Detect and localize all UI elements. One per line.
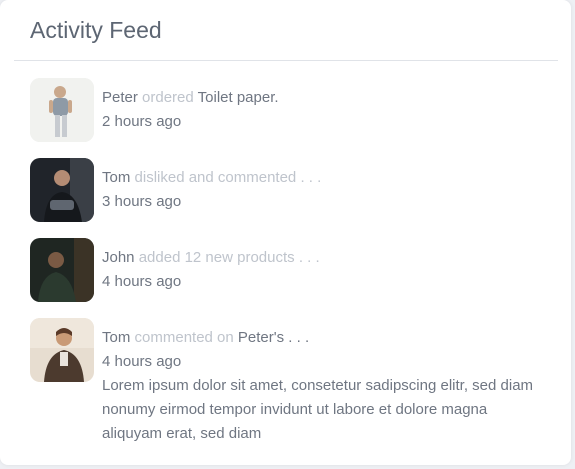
feed-item: Tom commented on Peter's . . . 4 hours a… (30, 318, 550, 446)
feed-item-headline: John added 12 new products . . . (102, 246, 542, 270)
feed-item: John added 12 new products . . . 4 hours… (30, 238, 550, 302)
timestamp: 3 hours ago (102, 193, 182, 210)
feed-item: Tom disliked and commented . . . 3 hours… (30, 158, 550, 222)
feed-item-headline: Peter ordered Toilet paper. (102, 86, 542, 110)
person-avatar-icon (30, 78, 94, 142)
action-text: commented on (134, 329, 234, 346)
avatar[interactable] (30, 318, 94, 382)
action-text: ordered (142, 89, 194, 106)
feed-item-headline: Tom disliked and commented . . . (102, 166, 542, 190)
feed-item-body: Tom disliked and commented . . . 3 hours… (102, 158, 542, 214)
person-avatar-icon (30, 238, 94, 302)
card-title: Activity Feed (30, 17, 162, 43)
user-name[interactable]: Tom (102, 169, 130, 186)
avatar[interactable] (30, 78, 94, 142)
feed-item-body: John added 12 new products . . . 4 hours… (102, 238, 542, 294)
avatar[interactable] (30, 238, 94, 302)
user-name[interactable]: John (102, 249, 135, 266)
feed-item-body: Peter ordered Toilet paper. 2 hours ago (102, 78, 542, 134)
avatar[interactable] (30, 158, 94, 222)
action-text: disliked and commented . . . (134, 169, 322, 186)
comment-message: Lorem ipsum dolor sit amet, consetetur s… (102, 377, 534, 442)
activity-feed-card: Activity Feed Peter ordered Toilet paper… (0, 0, 571, 465)
timestamp: 4 hours ago (102, 353, 182, 370)
action-target[interactable]: Peter's . . . (238, 329, 309, 346)
user-name[interactable]: Tom (102, 329, 130, 346)
person-avatar-icon (30, 158, 94, 222)
activity-feed-list: Peter ordered Toilet paper. 2 hours ago (30, 78, 550, 462)
person-avatar-icon (30, 318, 94, 382)
user-name[interactable]: Peter (102, 89, 138, 106)
action-target[interactable]: Toilet paper. (198, 89, 279, 106)
feed-item: Peter ordered Toilet paper. 2 hours ago (30, 78, 550, 142)
timestamp: 4 hours ago (102, 273, 182, 290)
action-text: added 12 new products . . . (138, 249, 320, 266)
feed-item-headline: Tom commented on Peter's . . . (102, 326, 542, 350)
feed-item-body: Tom commented on Peter's . . . 4 hours a… (102, 318, 542, 446)
card-header: Activity Feed (14, 0, 558, 61)
timestamp: 2 hours ago (102, 113, 182, 130)
